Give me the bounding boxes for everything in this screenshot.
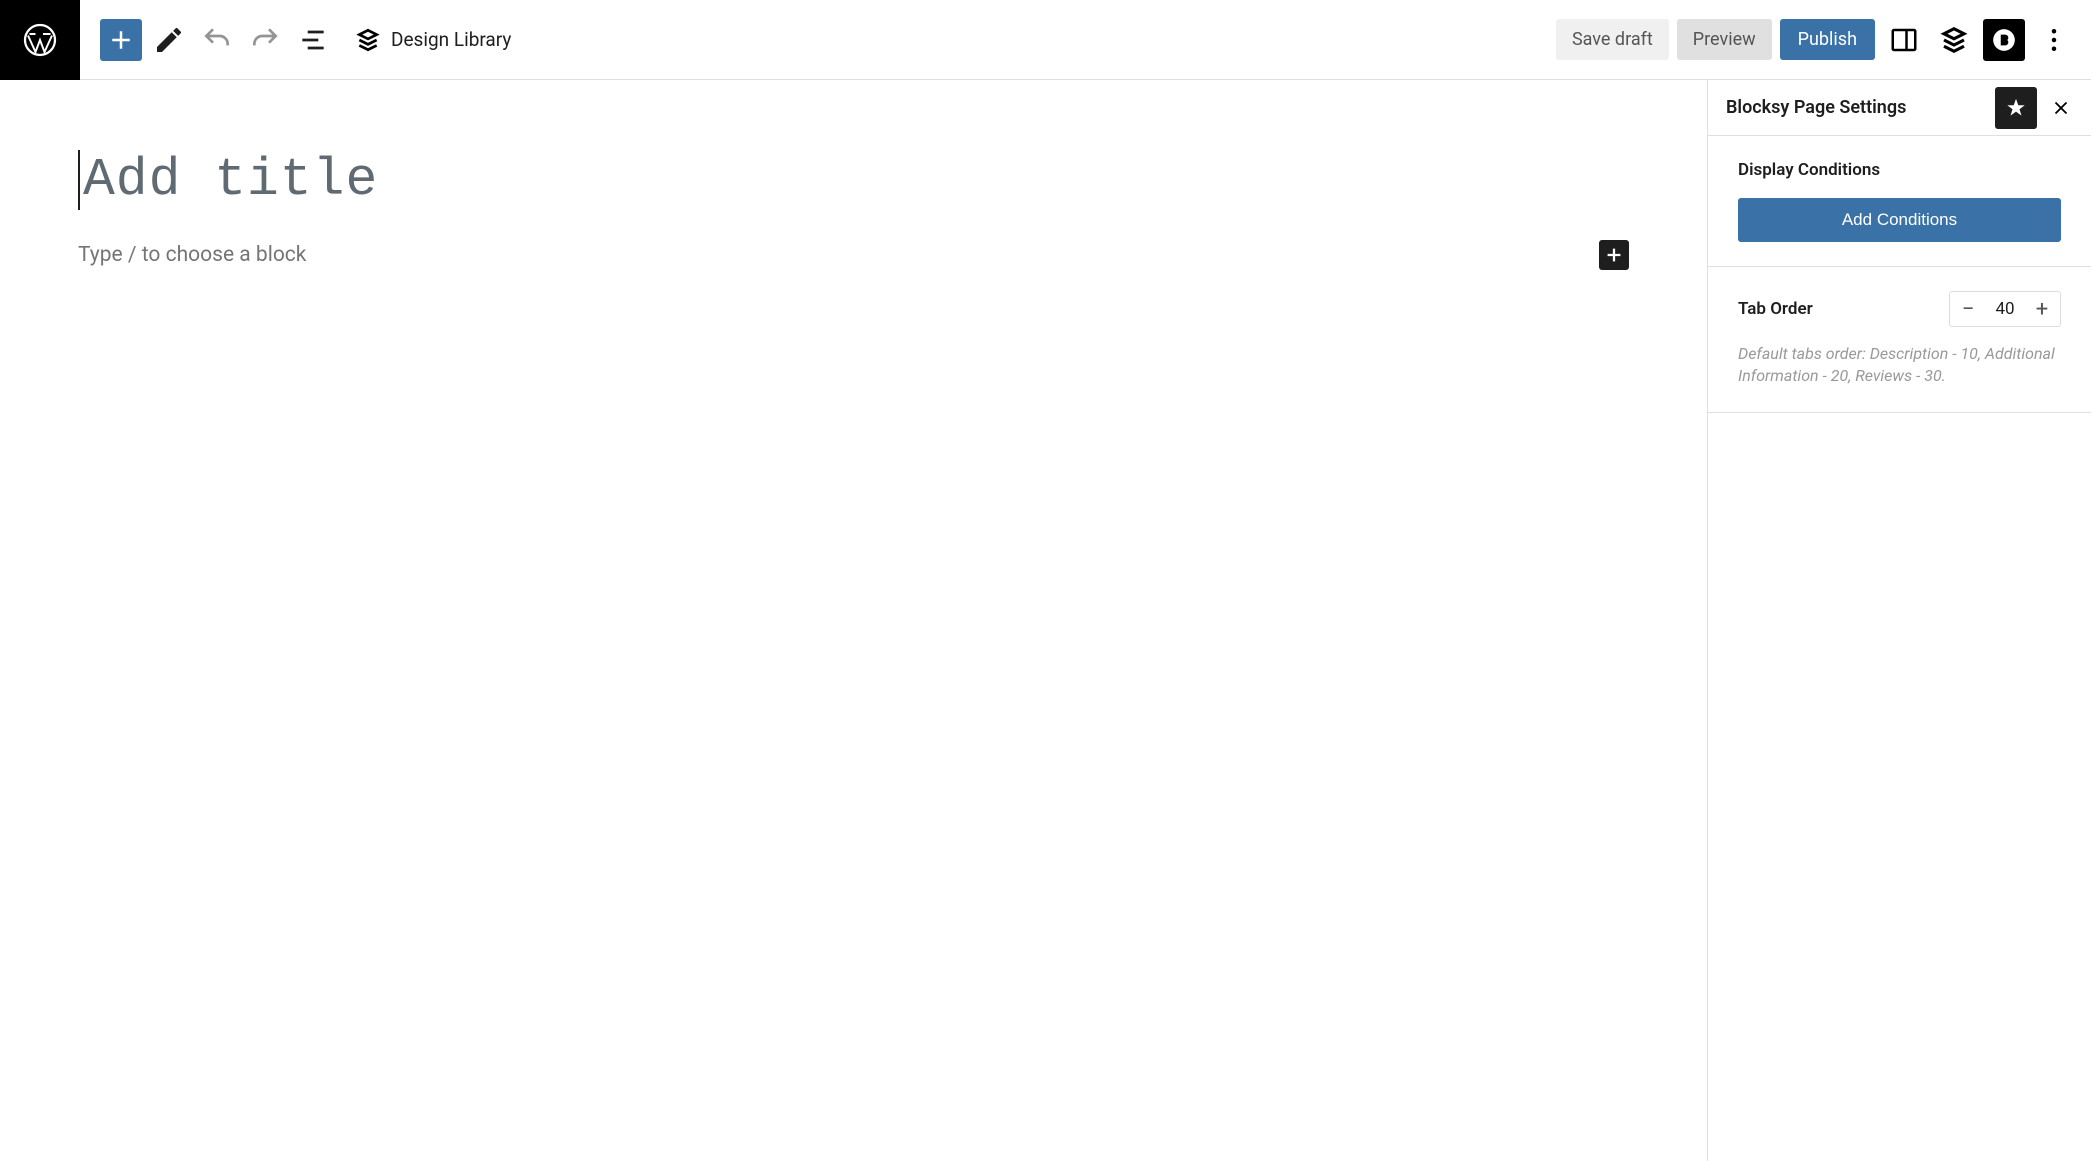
tab-order-label: Tab Order <box>1738 299 1813 319</box>
sidebar-header: Blocksy Page Settings <box>1708 80 2091 136</box>
sidebar-title: Blocksy Page Settings <box>1726 97 1906 118</box>
display-conditions-section: Display Conditions Add Conditions <box>1708 136 2091 267</box>
settings-sidebar: Blocksy Page Settings Display Conditions… <box>1707 80 2091 1161</box>
design-library-label: Design Library <box>391 28 511 51</box>
redo-button[interactable] <box>244 19 286 61</box>
design-library-button[interactable]: Design Library <box>355 27 511 53</box>
options-menu-button[interactable] <box>2033 19 2075 61</box>
add-block-button[interactable] <box>1599 240 1629 270</box>
toolbar-left: Design Library <box>80 19 511 61</box>
block-placeholder-text[interactable]: Type / to choose a block <box>78 243 306 267</box>
tab-order-stepper: − 40 + <box>1949 291 2061 327</box>
tab-order-help-text: Default tabs order: Description - 10, Ad… <box>1738 343 2061 388</box>
stackable-icon <box>355 27 381 53</box>
toggle-block-inserter[interactable] <box>100 19 142 61</box>
add-conditions-button[interactable]: Add Conditions <box>1738 198 2061 242</box>
wordpress-logo[interactable] <box>0 0 80 80</box>
toolbar-right: Save draft Preview Publish <box>1556 19 2091 61</box>
preview-button[interactable]: Preview <box>1677 19 1772 60</box>
main-content: Type / to choose a block Blocksy Page Se… <box>0 80 2091 1161</box>
tab-order-value[interactable]: 40 <box>1986 299 2024 319</box>
save-draft-button[interactable]: Save draft <box>1556 19 1669 60</box>
stackable-settings-button[interactable] <box>1933 19 1975 61</box>
top-toolbar: Design Library Save draft Preview Publis… <box>0 0 2091 80</box>
undo-button[interactable] <box>196 19 238 61</box>
post-title-input[interactable] <box>78 150 1629 210</box>
tab-order-section: Tab Order − 40 + Default tabs order: Des… <box>1708 267 2091 413</box>
document-overview-button[interactable] <box>292 19 334 61</box>
content-block-row: Type / to choose a block <box>78 240 1629 270</box>
publish-button[interactable]: Publish <box>1780 19 1875 60</box>
tab-order-row: Tab Order − 40 + <box>1738 291 2061 327</box>
stepper-decrement[interactable]: − <box>1950 292 1986 326</box>
blocksy-settings-button[interactable] <box>1983 19 2025 61</box>
display-conditions-label: Display Conditions <box>1738 160 2061 180</box>
pin-plugin-button[interactable] <box>1995 87 2037 129</box>
stepper-increment[interactable]: + <box>2024 292 2060 326</box>
editor-canvas: Type / to choose a block <box>0 80 1707 1161</box>
settings-sidebar-toggle[interactable] <box>1883 19 1925 61</box>
tools-button[interactable] <box>148 19 190 61</box>
sidebar-header-actions <box>1995 87 2079 129</box>
close-sidebar-button[interactable] <box>2043 90 2079 126</box>
